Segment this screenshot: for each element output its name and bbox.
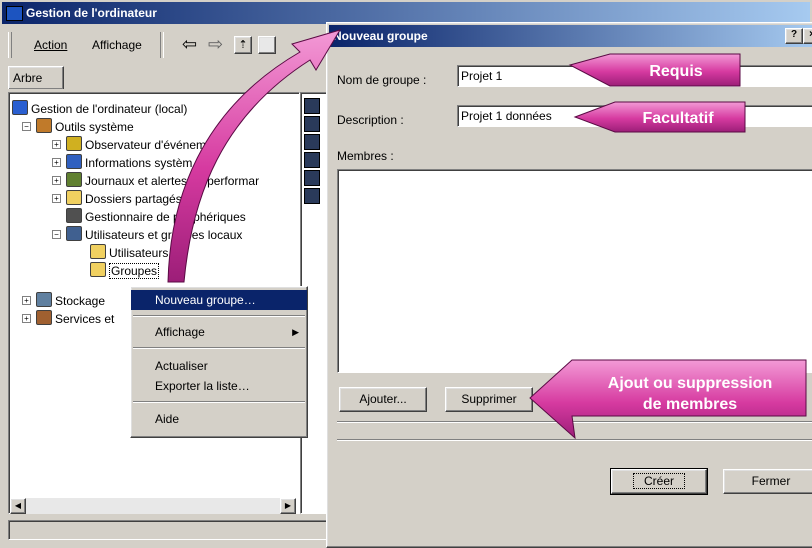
callout-members-line1: Ajout ou suppression (608, 375, 772, 392)
callout-optional: Facultatif (642, 110, 714, 127)
annotation-curved-arrow (167, 29, 342, 283)
annotation-overlay: Requis Facultatif Ajout ou suppression d… (167, 29, 807, 440)
callout-required: Requis (649, 63, 702, 80)
callout-members-line2: de membres (643, 396, 737, 413)
